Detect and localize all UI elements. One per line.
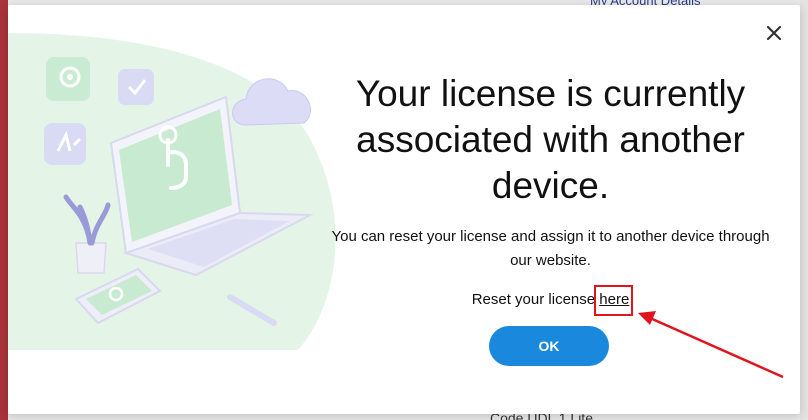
background-app-edge [800,0,808,420]
background-app-sidebar [0,0,8,420]
reset-license-text: Reset your license [471,291,600,308]
laptop-illustration [8,33,336,350]
license-dialog: Your license is currently associated wit… [8,5,800,414]
dialog-title: Your license is currently associated wit… [355,73,746,206]
dialog-description: You can reset your license and assign it… [331,228,770,269]
annotation-highlight-box [594,285,634,316]
reset-link-wrapper: here [594,285,634,316]
reset-license-line: Reset your license here [323,285,778,316]
close-icon[interactable] [763,22,785,44]
ok-button[interactable]: OK [489,326,609,366]
